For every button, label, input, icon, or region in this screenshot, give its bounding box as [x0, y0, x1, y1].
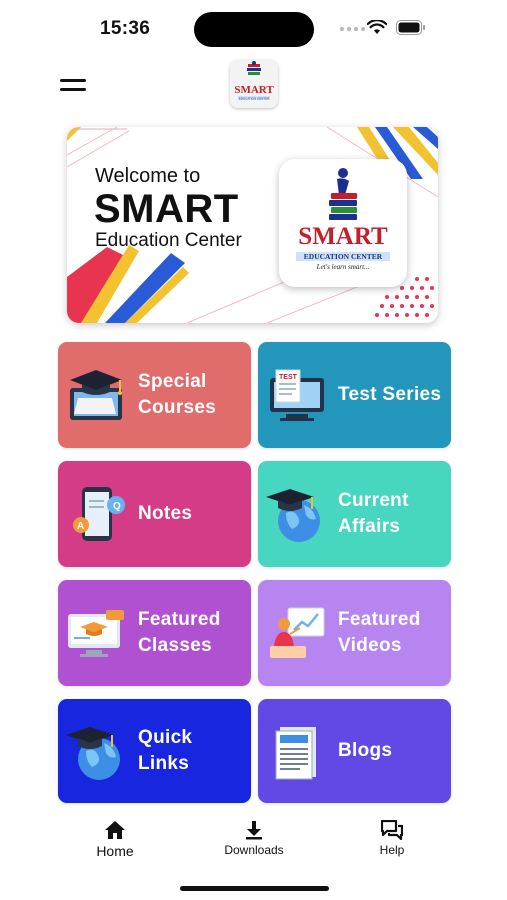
tile-label: Featured Classes [138, 609, 221, 656]
tile-label: Notes [138, 503, 193, 524]
svg-text:Q: Q [113, 501, 121, 512]
app-logo-image: SMART EDUCATION CENTER [230, 60, 278, 108]
hamburger-menu-button[interactable] [58, 76, 88, 96]
banner-logo-title: SMART [298, 223, 388, 250]
online-class-icon [68, 610, 124, 657]
tile-label: Test Series [338, 384, 442, 405]
tile-current-affairs[interactable]: Current Affairs [258, 461, 451, 567]
cellular-signal-icon [340, 27, 365, 31]
banner-logo: SMART EDUCATION CENTER Let's learn smart… [279, 159, 407, 287]
tile-label: Special Courses [138, 371, 217, 418]
tile-special-courses[interactable]: Special Courses [58, 342, 251, 448]
chat-help-icon [381, 820, 403, 840]
tile-featured-classes[interactable]: Featured Classes [58, 580, 251, 686]
svg-text:EDUCATION CENTER: EDUCATION CENTER [239, 96, 270, 100]
tile-featured-videos[interactable]: Featured Videos [258, 580, 451, 686]
download-icon [246, 821, 262, 840]
tile-notes[interactable]: Q A Notes [58, 461, 251, 567]
tile-test-series[interactable]: TEST Test Series [258, 342, 451, 448]
battery-icon [396, 20, 425, 35]
status-bar: 15:36 [0, 0, 507, 60]
nav-downloads-label: Downloads [224, 843, 284, 857]
home-icon [105, 821, 125, 839]
globe-cap-icon [66, 727, 120, 780]
nav-home[interactable]: Home [60, 820, 170, 859]
graduation-laptop-icon [70, 370, 122, 420]
banner-welcome-text: Welcome to [95, 165, 201, 187]
dynamic-island [194, 12, 314, 47]
banner-title: SMART [94, 187, 239, 231]
banner-subtitle: Education Center [95, 230, 242, 251]
home-indicator [180, 886, 329, 891]
presentation-icon [270, 607, 325, 658]
nav-home-label: Home [96, 843, 134, 859]
newspaper-icon [275, 727, 316, 780]
welcome-banner[interactable]: Welcome to SMART Education Center SMART … [67, 127, 438, 323]
nav-downloads[interactable]: Downloads [199, 820, 309, 857]
app-logo: SMART EDUCATION CENTER [230, 60, 278, 108]
tile-label: Featured Videos [338, 609, 421, 656]
svg-text:SMART: SMART [234, 84, 274, 96]
tile-label: Quick Links [138, 727, 193, 774]
nav-help-label: Help [379, 843, 405, 857]
banner-logo-subtitle: EDUCATION CENTER [296, 252, 390, 261]
tile-blogs[interactable]: Blogs [258, 699, 451, 803]
wifi-icon [367, 20, 387, 34]
phone-notes-icon: Q A [73, 487, 125, 541]
svg-text:TEST: TEST [279, 374, 298, 381]
tile-label: Blogs [338, 740, 393, 761]
nav-help[interactable]: Help [337, 820, 447, 857]
globe-cap-icon [266, 489, 320, 542]
tile-quick-links[interactable]: Quick Links [58, 699, 251, 803]
banner-logo-tagline: Let's learn smart... [316, 263, 370, 271]
tile-label: Current Affairs [338, 490, 409, 537]
svg-text:A: A [77, 521, 84, 532]
status-time: 15:36 [100, 18, 151, 39]
test-monitor-icon: TEST [270, 369, 324, 421]
